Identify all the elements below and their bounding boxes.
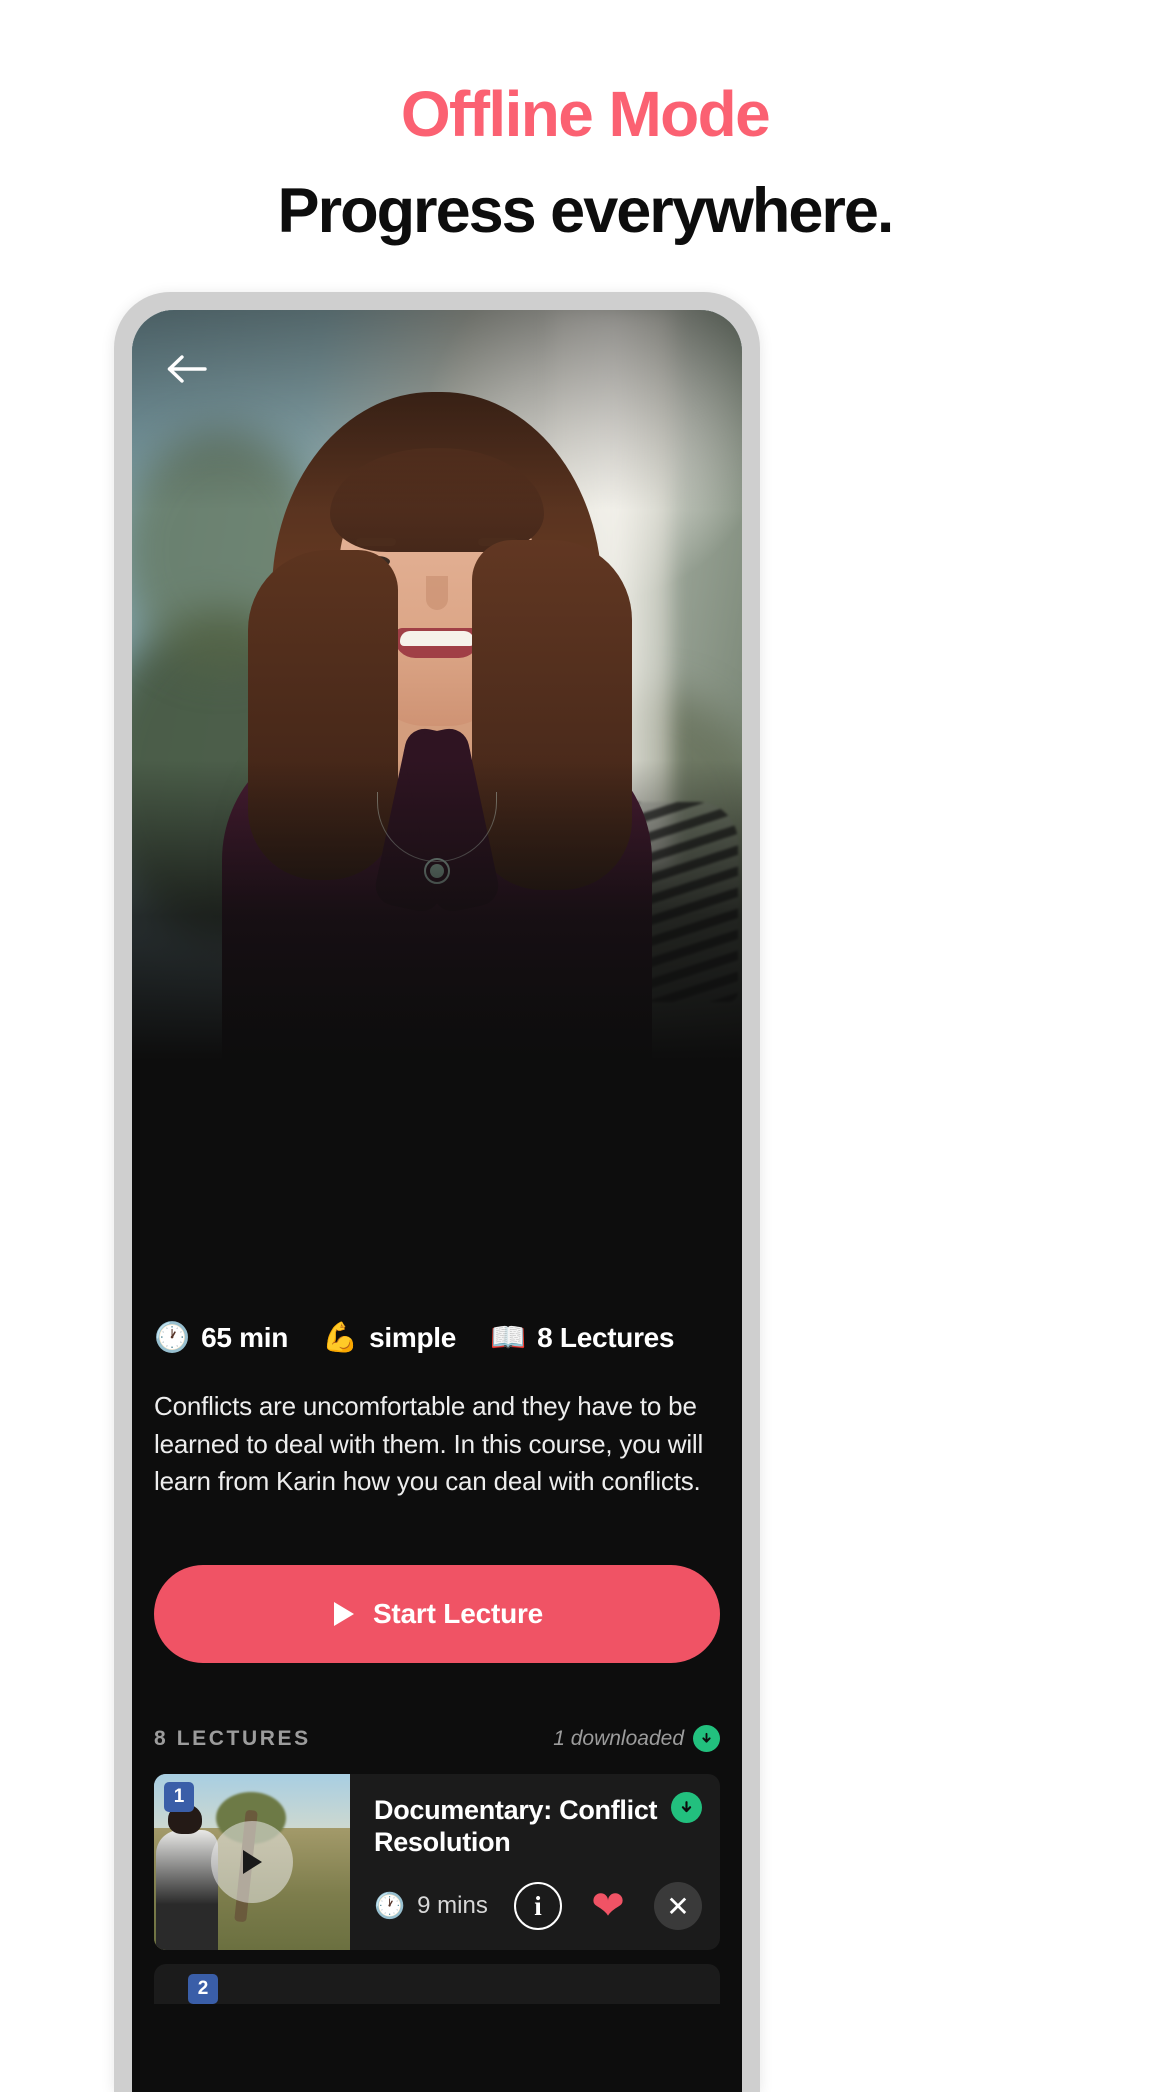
phone-mockup: Skil Mindset Cultural Change Conflict Re… [114,292,760,2092]
book-icon: 📖 [490,1321,527,1354]
nose-shape [426,576,448,610]
play-icon [243,1850,262,1875]
arrow-left-icon [167,355,207,383]
lecture-duration: 🕐 9 mins [374,1892,488,1921]
phone-frame: Skil Mindset Cultural Change Conflict Re… [114,292,760,2092]
hero-top-scrim [132,310,742,510]
lecture-info: Documentary: Conflict Resolution 🕐 9 min… [350,1774,720,1950]
meta-lectures-label: 8 Lectures [537,1322,675,1353]
lecture-list-item-next[interactable]: 2 [154,1964,720,2005]
phone-screen: Skil Mindset Cultural Change Conflict Re… [132,310,742,2092]
meta-difficulty: 💪 simple [322,1322,456,1354]
lecture-download-badge[interactable] [671,1792,702,1824]
lecture-footer: 🕐 9 mins i ❤ ✕ [374,1882,702,1931]
downloaded-label: 1 downloaded [553,1726,684,1750]
promo-headline-main: Progress everywhere. [277,176,895,246]
download-arrow-glyph [702,1732,711,1743]
meta-lectures: 📖 8 Lectures [490,1322,674,1354]
back-button[interactable] [164,346,210,392]
course-hero-image: Skil Mindset Cultural Change Conflict Re… [132,310,742,1060]
lecture-thumbnail[interactable]: 1 [154,1774,350,1951]
downloaded-note: 1 downloaded [553,1725,720,1753]
clock-icon: 🕐 [154,1321,191,1354]
play-icon [333,1602,354,1627]
lecture-list-item[interactable]: 1 Documentary: Conflict Resolution 🕐 9 m… [154,1774,720,1951]
mouth-shape [394,628,480,658]
close-icon[interactable]: ✕ [654,1882,702,1931]
clock-icon: 🕐 [374,1891,406,1920]
meta-duration-label: 65 min [201,1322,289,1353]
course-meta-row: 🕐 65 min 💪 simple 📖 8 Lectures [154,1060,720,1354]
lectures-section-header: 8 LECTURES 1 downloaded [154,1725,720,1774]
heart-icon[interactable]: ❤ [584,1882,632,1930]
lectures-count-label: 8 LECTURES [154,1726,311,1750]
start-lecture-button[interactable]: Start Lecture [154,1565,720,1664]
lecture-duration-label: 9 mins [417,1892,488,1920]
thumbnail-person-body [156,1830,218,1951]
meta-duration: 🕐 65 min [154,1322,288,1354]
promo-header: Offline Mode Progress everywhere. [0,0,1170,243]
teeth-shape [400,631,474,646]
promo-headline-accent: Offline Mode [400,78,771,150]
meta-difficulty-label: simple [369,1322,457,1353]
start-lecture-label: Start Lecture [372,1598,544,1630]
lecture-title: Documentary: Conflict Resolution [374,1795,658,1858]
lecture-number-badge: 1 [164,1782,194,1813]
hero-bottom-scrim [132,760,742,1060]
eyebrow-shape [356,538,396,546]
course-details: 🕐 65 min 💪 simple 📖 8 Lectures Conflicts… [132,1060,742,2005]
lecture-number-badge: 2 [188,1974,218,2005]
lecture-actions: i ❤ ✕ [514,1882,702,1931]
lecture-play-button[interactable] [211,1821,293,1904]
muscle-icon: 💪 [322,1321,359,1354]
course-description: Conflicts are uncomfortable and they hav… [154,1391,704,1497]
download-icon [681,1801,692,1813]
info-icon[interactable]: i [514,1882,562,1931]
download-icon [693,1725,720,1753]
